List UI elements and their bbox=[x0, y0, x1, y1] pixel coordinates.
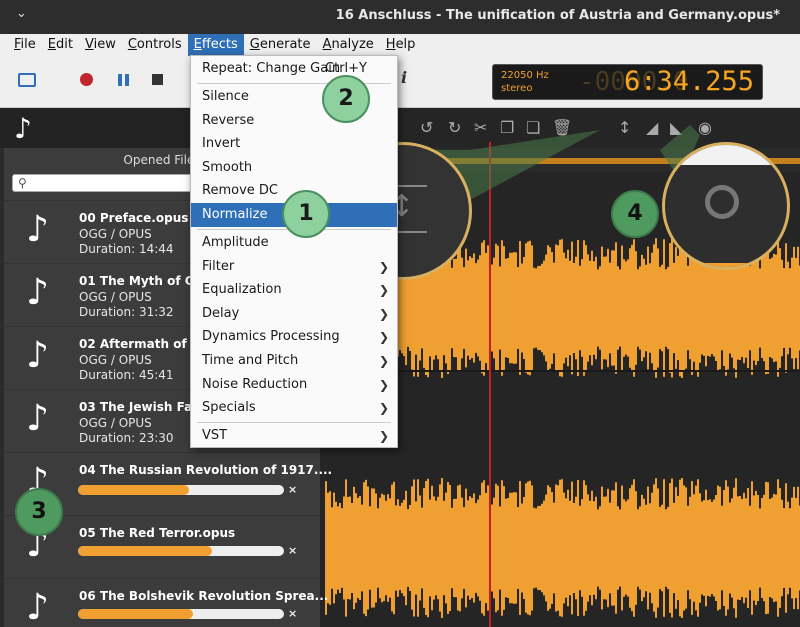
chevron-right-icon: ❯ bbox=[378, 378, 389, 392]
chevron-right-icon: ❯ bbox=[378, 354, 389, 368]
menu-item-reverse[interactable]: Reverse bbox=[191, 109, 397, 133]
callout-badge-2: 2 bbox=[322, 75, 370, 123]
callout-badge-1: 1 bbox=[282, 190, 330, 238]
callout-rays bbox=[402, 125, 700, 200]
effects-menu: Repeat: Change Gain Ctrl+Y Silence Rever… bbox=[190, 55, 398, 448]
menu-item-filter[interactable]: Filter ❯ bbox=[191, 255, 397, 279]
menu-item-delay[interactable]: Delay ❯ bbox=[191, 302, 397, 326]
chevron-right-icon: ❯ bbox=[378, 429, 389, 443]
menu-item-time-pitch[interactable]: Time and Pitch ❯ bbox=[191, 349, 397, 373]
chevron-right-icon: ❯ bbox=[378, 307, 389, 321]
menu-item-smooth[interactable]: Smooth bbox=[191, 156, 397, 180]
menu-item-invert[interactable]: Invert bbox=[191, 132, 397, 156]
chevron-right-icon: ❯ bbox=[378, 330, 389, 344]
chevron-right-icon: ❯ bbox=[378, 260, 389, 274]
menu-separator bbox=[197, 422, 391, 423]
callout-badge-3: 3 bbox=[15, 488, 63, 536]
menu-item-vst[interactable]: VST ❯ bbox=[191, 424, 397, 448]
zoom-loupe-volume bbox=[662, 142, 790, 270]
chevron-right-icon: ❯ bbox=[378, 283, 389, 297]
menu-item-noise-reduction[interactable]: Noise Reduction ❯ bbox=[191, 373, 397, 397]
callout-badge-4: 4 bbox=[611, 190, 659, 238]
menu-item-dynamics[interactable]: Dynamics Processing ❯ bbox=[191, 325, 397, 349]
audio-editor-window: { "window": { "title": "16 Anschluss - T… bbox=[0, 0, 800, 627]
menu-item-repeat[interactable]: Repeat: Change Gain Ctrl+Y bbox=[191, 57, 397, 81]
volume-knob-icon bbox=[705, 185, 739, 219]
menu-item-equalization[interactable]: Equalization ❯ bbox=[191, 278, 397, 302]
chevron-right-icon: ❯ bbox=[378, 401, 389, 415]
menu-item-specials[interactable]: Specials ❯ bbox=[191, 396, 397, 420]
